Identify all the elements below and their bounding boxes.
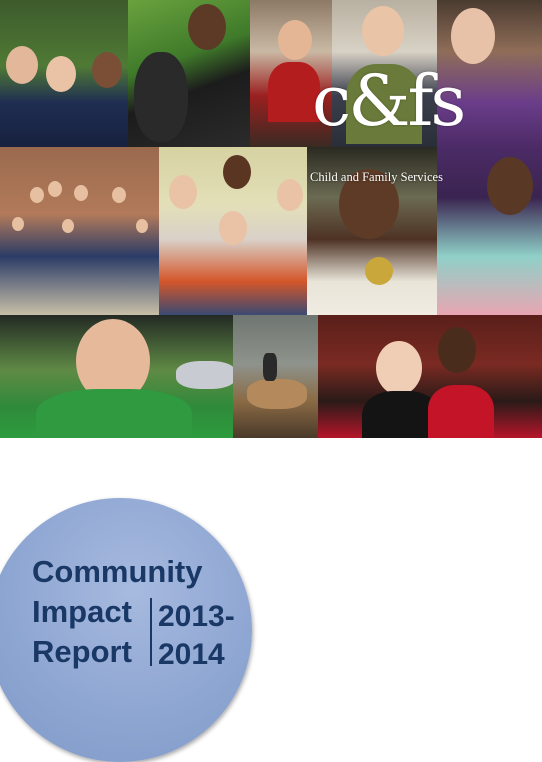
cfs-logo-subtitle: Child and Family Services [310,170,443,184]
photo-group-with-books [0,147,159,315]
report-title-line-2: Impact [32,594,132,629]
report-year-line-2: 2014 [158,638,225,671]
photo-mother-and-daughter [318,315,542,438]
report-year-line-1: 2013- [158,600,235,633]
photo-three-boys [0,0,128,147]
photo-collage: c&fs Child and Family Services [0,0,542,438]
report-title-line-1: Community [32,554,203,589]
photo-three-kids-and-adult [159,147,307,315]
photo-boy-making-face [0,315,233,438]
cfs-logo-mark: c&fs [312,60,466,142]
photo-horse-rider [233,315,318,438]
report-title-line-3: Report [32,634,132,669]
title-divider [150,598,152,666]
cfs-logo: c&fs Child and Family Services [308,66,488,186]
photo-boy-with-drum [128,0,250,147]
